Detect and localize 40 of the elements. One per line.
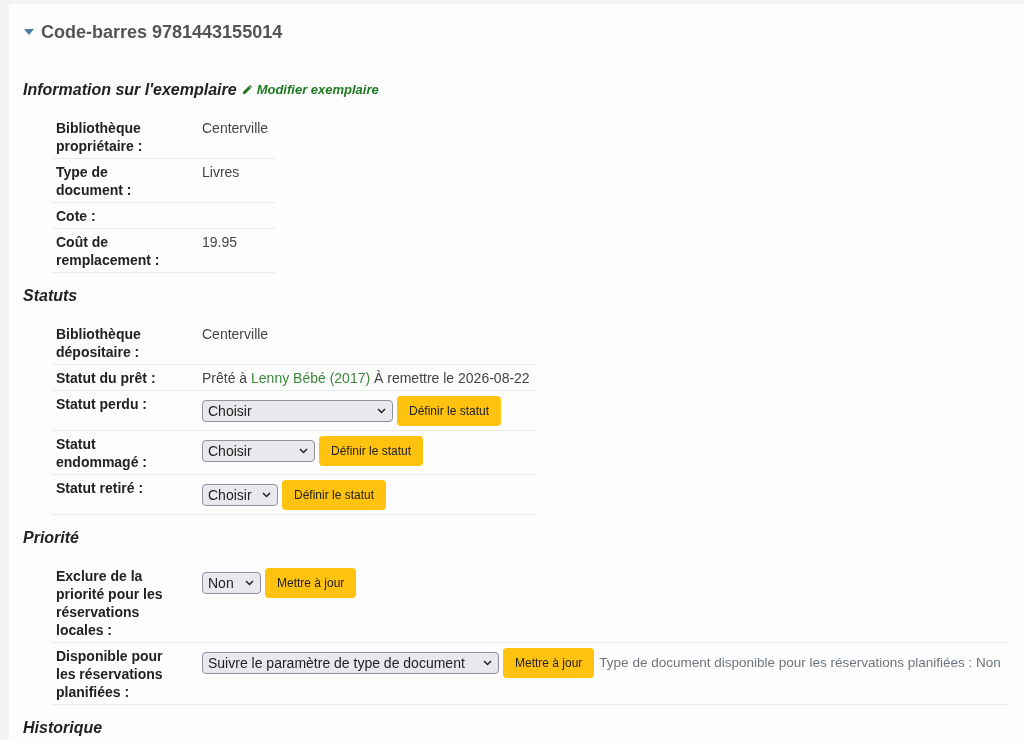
set-status-button[interactable]: Définir le statut xyxy=(282,480,387,511)
field-label: Disponible pour les réservations planifiées : xyxy=(56,647,164,702)
chevron-down-icon xyxy=(377,408,386,415)
field-label: Cote : xyxy=(56,207,97,226)
dropdown[interactable]: Suivre le paramètre de type de document xyxy=(202,652,499,675)
section-heading: Priorité xyxy=(23,528,79,549)
field-label: Statut endommagé : xyxy=(56,435,148,472)
update-button[interactable]: Mettre à jour xyxy=(503,648,595,679)
set-status-button[interactable]: Définir le statut xyxy=(319,436,424,467)
section-heading: Historique xyxy=(23,718,103,739)
field-label: Bibliothèque propriétaire : xyxy=(56,119,144,156)
field-label: Type de document : xyxy=(56,163,133,200)
dropdown[interactable]: Choisir xyxy=(202,440,315,463)
loan-status-text: Prêté à Lenny Bébé (2017) À remettre le 2026-08-22 xyxy=(202,370,530,387)
field-label: Exclure de la priorité pour les réservations locales : xyxy=(56,567,164,640)
dropdown[interactable]: Non xyxy=(202,572,261,595)
field-label: Bibliothèque dépositaire : xyxy=(56,325,142,362)
field-label: Statut du prêt : xyxy=(56,369,157,388)
patron-link[interactable]: Lenny Bébé (2017) xyxy=(251,370,371,387)
update-button[interactable]: Mettre à jour xyxy=(265,568,357,599)
field-value: Livres xyxy=(202,164,240,181)
set-status-button[interactable]: Définir le statut xyxy=(397,396,502,427)
chevron-down-icon xyxy=(262,492,271,499)
chevron-down-icon xyxy=(299,448,308,455)
field-label: Statut perdu : xyxy=(56,395,148,414)
field-value: 19.95 xyxy=(202,234,238,251)
section-heading: Statuts xyxy=(23,286,78,307)
note-text: Type de document disponible pour les réservations planifiées : Non xyxy=(599,654,1001,673)
chevron-down-icon xyxy=(483,660,492,667)
edit-item-link[interactable]: Modifier exemplaire xyxy=(241,80,379,100)
dropdown[interactable]: Choisir xyxy=(202,400,393,423)
field-label: Coût de remplacement : xyxy=(56,233,161,270)
field-value: Centerville xyxy=(202,326,269,343)
chevron-down-icon xyxy=(245,580,254,587)
barcode-heading: Code-barres 9781443155014 xyxy=(41,21,283,44)
dropdown[interactable]: Choisir xyxy=(202,484,278,507)
section-heading: Information sur l'exemplaire xyxy=(23,80,237,101)
field-label: Statut retiré : xyxy=(56,479,145,498)
pencil-icon xyxy=(241,84,253,96)
field-value: Centerville xyxy=(202,120,269,137)
